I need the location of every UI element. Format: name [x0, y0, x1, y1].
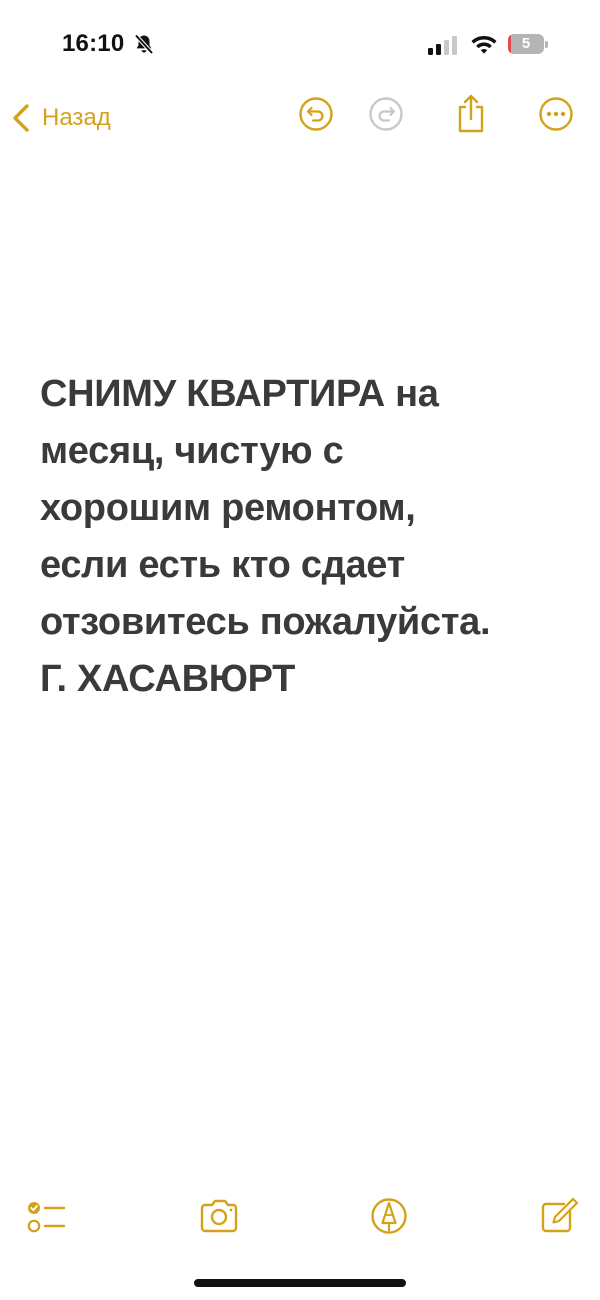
- nav-bar: Назад: [0, 90, 600, 144]
- home-indicator[interactable]: [194, 1279, 406, 1287]
- cellular-signal-icon: [428, 36, 457, 55]
- battery-level-text: 5: [521, 35, 531, 52]
- battery-indicator: 5: [508, 34, 548, 54]
- bottom-toolbar: [0, 1190, 600, 1244]
- bell-slash-icon: [134, 34, 154, 55]
- more-icon[interactable]: [538, 96, 574, 132]
- status-time: 16:10: [62, 30, 125, 57]
- camera-icon[interactable]: [197, 1194, 241, 1238]
- wifi-icon: [471, 36, 497, 54]
- redo-icon[interactable]: [368, 96, 404, 132]
- compose-icon[interactable]: [536, 1194, 580, 1238]
- undo-icon[interactable]: [298, 96, 334, 132]
- status-bar: 16:10 5: [0, 0, 600, 90]
- share-icon[interactable]: [453, 92, 489, 134]
- back-label: Назад: [42, 104, 111, 131]
- checklist-icon[interactable]: [24, 1194, 68, 1238]
- back-button[interactable]: Назад: [10, 98, 111, 138]
- markup-pen-icon[interactable]: [367, 1194, 411, 1238]
- chevron-left-icon: [13, 104, 29, 132]
- note-text[interactable]: СНИМУ КВАРТИРА на месяц, чистую с хороши…: [40, 366, 570, 708]
